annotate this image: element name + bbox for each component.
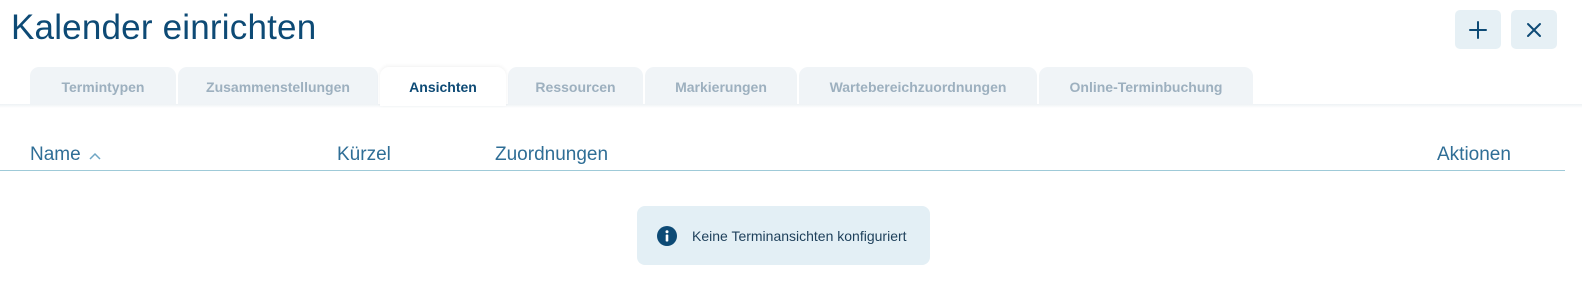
table-header-divider	[0, 170, 1565, 171]
column-header-kurzel: Kürzel	[337, 144, 391, 165]
column-header-name-label: Name	[30, 144, 81, 165]
column-header-aktionen: Aktionen	[1437, 144, 1511, 165]
plus-icon	[1469, 20, 1487, 39]
close-icon	[1527, 22, 1541, 37]
tab-ressourcen[interactable]: Ressourcen	[508, 67, 643, 106]
close-button[interactable]	[1511, 10, 1557, 49]
tab-ansichten[interactable]: Ansichten	[380, 67, 506, 106]
column-header-name[interactable]: Name	[30, 144, 101, 166]
info-glyph	[665, 229, 669, 241]
calendar-setup-page: Kalender einrichten Termintypen Zusammen…	[0, 0, 1582, 295]
tab-bar: Termintypen Zusammenstellungen Ansichten…	[30, 67, 1255, 106]
tab-zusammenstellungen[interactable]: Zusammenstellungen	[178, 67, 378, 106]
tab-markierungen[interactable]: Markierungen	[645, 67, 797, 106]
empty-state-text: Keine Terminansichten konfiguriert	[692, 227, 907, 244]
page-title: Kalender einrichten	[11, 8, 317, 47]
info-icon	[657, 225, 677, 246]
tab-online-terminbuchung[interactable]: Online-Terminbuchung	[1039, 67, 1253, 106]
chevron-up-icon	[89, 152, 101, 160]
tab-wartebereichzuordnungen[interactable]: Wartebereichzuordnungen	[799, 67, 1037, 106]
column-header-zuordnungen: Zuordnungen	[495, 144, 609, 165]
add-button[interactable]	[1455, 10, 1501, 49]
tab-termintypen[interactable]: Termintypen	[30, 67, 176, 106]
empty-state-message: Keine Terminansichten konfiguriert	[637, 206, 930, 265]
tab-divider	[0, 104, 1582, 108]
